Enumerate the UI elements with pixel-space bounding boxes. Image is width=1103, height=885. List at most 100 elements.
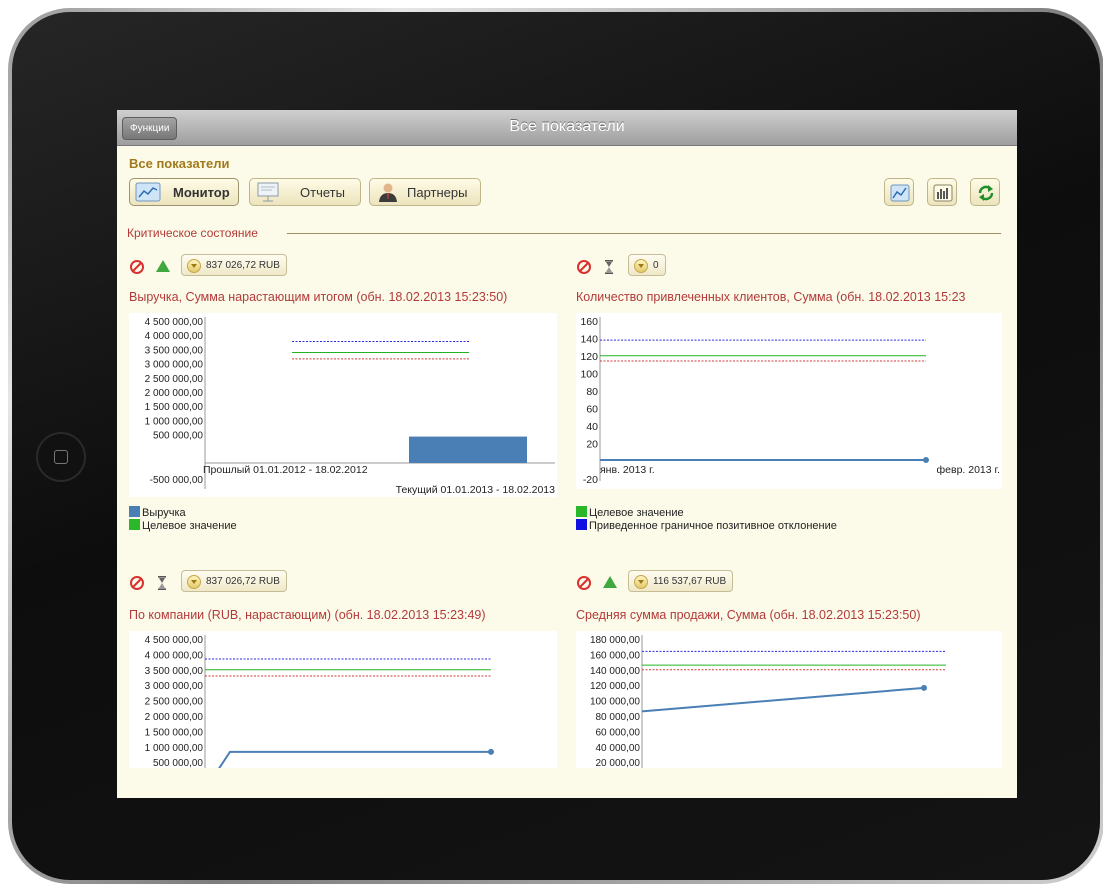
group-divider [287, 233, 1001, 234]
y-tick-label: 80 [586, 386, 598, 398]
group-label: Критическое состояние [127, 226, 258, 240]
legend-item: Целевое значение [576, 506, 684, 519]
hourglass-icon [158, 576, 166, 590]
y-tick-label: 500 000,00 [153, 758, 203, 768]
company-chart: 4 500 000,00 4 000 000,00 3 500 000,00 3 00… [129, 631, 557, 779]
legend-item: Выручка [129, 506, 186, 519]
x-tick-label: февр. 2013 г. [937, 464, 1000, 476]
y-tick-label: 4 500 000,00 [145, 635, 204, 646]
y-tick-label: 140 [580, 334, 598, 346]
legend-swatch [576, 519, 587, 530]
avg-sale-chart: 180 000,00 160 000,00 140 000,00 120 000,00… [576, 631, 1002, 769]
legend-label: Целевое значение [142, 520, 237, 532]
x-tick-label: янв. 2013 г. [600, 464, 655, 476]
y-tick-label: 2 000 000,00 [145, 712, 204, 723]
y-tick-label: 3 500 000,00 [145, 666, 204, 677]
series-line [641, 686, 925, 713]
legend-label: Приведенное граничное позитивное отклоне… [589, 520, 837, 532]
no-entry-icon [130, 260, 144, 274]
x-tick-label: Прошлый 01.01.2012 - 18.02.2012 [203, 464, 368, 476]
y-tick-label: 1 000 000,00 [145, 743, 204, 754]
chart-svg: 4 500 000,00 4 000 000,00 3 500 000,00 3 00… [145, 635, 494, 779]
y-tick-label: 60 [586, 404, 598, 416]
y-tick-label: 100 [580, 369, 598, 381]
nav-reports-label: Отчеты [300, 185, 345, 200]
y-tick-label: 40 000,00 [596, 743, 641, 754]
indicator-value: 116 537,67 RUB [653, 576, 727, 587]
refresh-button[interactable] [970, 178, 1000, 206]
nav-monitor-button[interactable]: Монитор [129, 178, 239, 206]
series-point [923, 457, 929, 463]
revenue-chart: 4 500 000,00 4 000 000,00 3 500 000,00 3 00… [129, 313, 557, 497]
legend-label: Целевое значение [589, 507, 684, 519]
y-tick-label: 4 000 000,00 [145, 331, 204, 342]
person-icon [379, 183, 397, 202]
x-tick-label: Текущий 01.01.2013 - 18.02.2013 [396, 484, 556, 496]
title-bar: Функции Все показатели [117, 110, 1017, 146]
y-tick-label: 1 500 000,00 [145, 727, 204, 738]
chart-title[interactable]: Средняя сумма продажи, Сумма (обн. 18.02… [576, 608, 921, 622]
home-button[interactable] [36, 432, 86, 482]
chart-title[interactable]: Количество привлеченных клиентов, Сумма … [576, 290, 966, 304]
indicator-value-dropdown[interactable]: 837 026,72 RUB [181, 570, 287, 592]
nav-partners-button[interactable]: Партнеры [369, 178, 481, 206]
y-tick-label: 160 000,00 [590, 650, 640, 661]
y-tick-label: -500 000,00 [150, 475, 204, 486]
y-tick-label: 2 000 000,00 [145, 388, 204, 399]
green-triangle-up-icon [603, 576, 617, 588]
presentation-board-icon [257, 182, 279, 202]
y-tick-label: 4 500 000,00 [145, 317, 204, 328]
no-entry-icon [577, 576, 591, 590]
monitor-chart-icon [135, 182, 161, 202]
y-tick-label: 4 000 000,00 [145, 650, 204, 661]
legend-swatch [129, 506, 140, 517]
no-entry-icon [130, 576, 144, 590]
y-tick-label: 3 000 000,00 [145, 681, 204, 692]
y-tick-label: 80 000,00 [596, 712, 641, 723]
y-tick-label: 120 [580, 351, 598, 363]
clients-chart: 160 140 120 100 80 60 40 20 -20 янв. 2013 г. февр.… [576, 313, 1002, 489]
legend-label: Выручка [142, 507, 186, 519]
chart-title[interactable]: По компании (RUB, нарастающим) (обн. 18.… [129, 608, 486, 622]
legend-item: Приведенное граничное позитивное отклоне… [576, 519, 837, 532]
line-chart-icon [890, 184, 910, 202]
revenue-bar [409, 436, 527, 463]
y-tick-label: 1 000 000,00 [145, 416, 204, 427]
chevron-down-icon [634, 575, 648, 589]
y-tick-label: 500 000,00 [153, 431, 203, 442]
no-entry-icon [577, 260, 591, 274]
line-chart-view-button[interactable] [884, 178, 914, 206]
chart-title[interactable]: Выручка, Сумма нарастающим итогом (обн. … [129, 290, 507, 304]
indicator-value-dropdown[interactable]: 837 026,72 RUB [181, 254, 287, 276]
nav-reports-button[interactable]: Отчеты [249, 178, 361, 206]
indicator-value-dropdown[interactable]: 0 [628, 254, 666, 276]
bar-chart-view-button[interactable] [927, 178, 957, 206]
refresh-icon [978, 185, 994, 201]
legend-swatch [576, 506, 587, 517]
legend-item: Целевое значение [129, 519, 237, 532]
indicator-value-dropdown[interactable]: 116 537,67 RUB [628, 570, 734, 592]
chart-svg: 4 500 000,00 4 000 000,00 3 500 000,00 3 00… [145, 317, 556, 496]
bar-chart-icon [933, 184, 953, 202]
chart-svg: 160 140 120 100 80 60 40 20 -20янв. 2013 г. февр.… [580, 316, 1000, 486]
chevron-down-icon [634, 259, 648, 273]
y-tick-label: -20 [583, 474, 598, 486]
window-title: Все показатели [509, 118, 625, 135]
y-tick-label: 3 500 000,00 [145, 345, 204, 356]
nav-partners-label: Партнеры [407, 185, 468, 200]
indicator-value: 837 026,72 RUB [206, 576, 280, 587]
indicator-value: 0 [653, 260, 659, 271]
y-tick-label: 3 000 000,00 [145, 360, 204, 371]
nav-monitor-label: Монитор [173, 185, 230, 200]
chevron-down-icon [187, 575, 201, 589]
series-line [212, 750, 491, 779]
y-tick-label: 20 000,00 [596, 758, 641, 768]
chart-svg: 180 000,00 160 000,00 140 000,00 120 000,00… [590, 635, 946, 769]
chevron-down-icon [187, 259, 201, 273]
y-tick-label: 160 [580, 316, 598, 328]
y-tick-label: 180 000,00 [590, 635, 640, 646]
y-tick-label: 40 [586, 421, 598, 433]
legend-swatch [129, 519, 140, 530]
series-point [921, 684, 927, 691]
y-tick-label: 140 000,00 [590, 666, 640, 677]
